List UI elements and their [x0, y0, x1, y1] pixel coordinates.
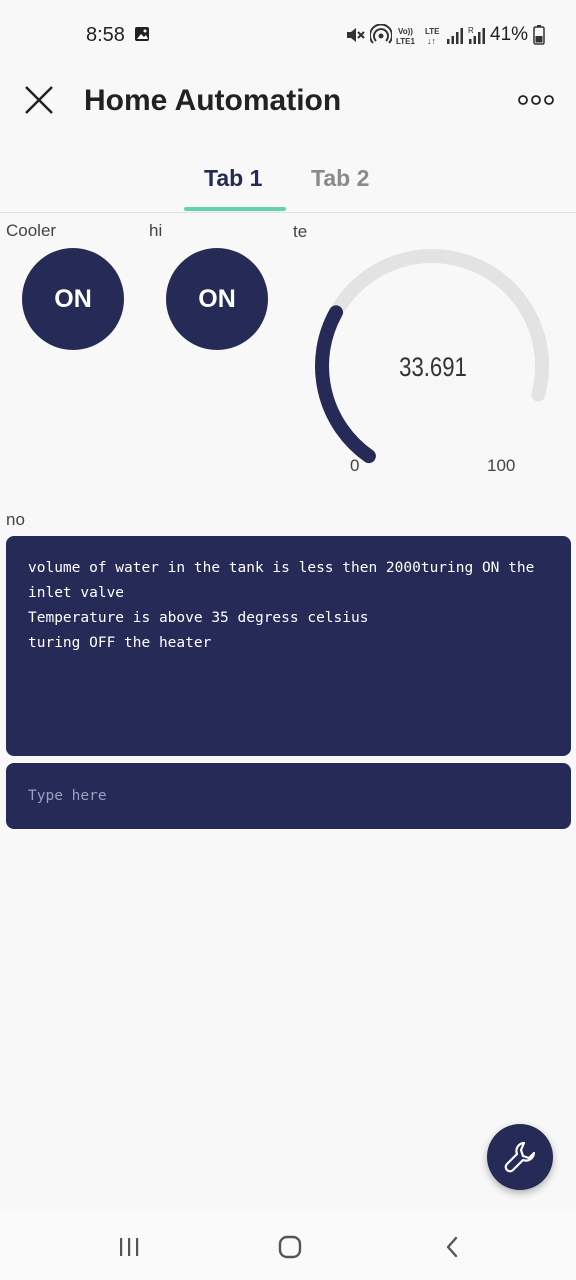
- terminal-line: turing OFF the heater: [28, 635, 212, 651]
- home-icon: [278, 1235, 302, 1259]
- svg-text:LTE1: LTE1: [396, 37, 416, 46]
- svg-text:↓↑: ↓↑: [427, 36, 436, 46]
- hi-label: hi: [149, 221, 163, 240]
- settings-fab[interactable]: [487, 1124, 553, 1190]
- recent-apps-icon: [120, 1238, 139, 1256]
- back-button[interactable]: [437, 1232, 467, 1262]
- svg-text:LTE: LTE: [425, 27, 440, 36]
- back-icon: [446, 1236, 458, 1258]
- terminal-line: volume of water in the tank is less then…: [28, 560, 544, 601]
- gauge-fill: [315, 305, 376, 464]
- gauge-value: 33.691: [399, 352, 467, 382]
- wrench-icon: [504, 1141, 536, 1173]
- tab-bar: [0, 150, 576, 213]
- system-icons: Vo)) LTE1 LTE ↓↑ R: [344, 22, 488, 48]
- gallery-icon: [135, 27, 149, 41]
- page-title: Home Automation: [84, 84, 342, 117]
- hi-button[interactable]: ON: [166, 248, 268, 350]
- cooler-button[interactable]: ON: [22, 248, 124, 350]
- active-tab-indicator: [184, 207, 286, 211]
- close-icon[interactable]: [22, 83, 56, 117]
- mute-icon: [347, 28, 365, 42]
- terminal-input[interactable]: [6, 763, 571, 829]
- battery-icon: [533, 25, 545, 45]
- tab-1[interactable]: Tab 1: [204, 165, 262, 192]
- gauge-min-label: 0: [350, 456, 360, 475]
- status-bar: 8:58 Vo)) LTE1 LTE ↓↑ R 41%: [0, 0, 576, 70]
- volte-icon: Vo)) LTE1: [396, 27, 416, 46]
- terminal-output: volume of water in the tank is less then…: [6, 536, 571, 756]
- svg-text:Vo)): Vo)): [398, 27, 413, 36]
- terminal-label: no: [6, 510, 25, 529]
- svg-text:R: R: [468, 26, 474, 35]
- battery-percent: 41%: [490, 24, 529, 45]
- home-button[interactable]: [275, 1232, 305, 1262]
- lte-icon: LTE ↓↑: [425, 27, 440, 46]
- status-time: 8:58: [86, 24, 125, 46]
- more-options-icon[interactable]: [516, 92, 556, 108]
- hotspot-icon: [370, 24, 392, 44]
- signal-icon: [447, 28, 463, 44]
- gauge-label: te: [293, 222, 308, 241]
- recent-apps-button[interactable]: [114, 1232, 144, 1262]
- terminal-line: Temperature is above 35 degress celsius: [28, 610, 369, 626]
- gauge-max-label: 100: [487, 456, 516, 475]
- cooler-label: Cooler: [6, 221, 57, 240]
- tab-2[interactable]: Tab 2: [311, 165, 369, 192]
- signal-roaming-icon: R: [468, 26, 485, 44]
